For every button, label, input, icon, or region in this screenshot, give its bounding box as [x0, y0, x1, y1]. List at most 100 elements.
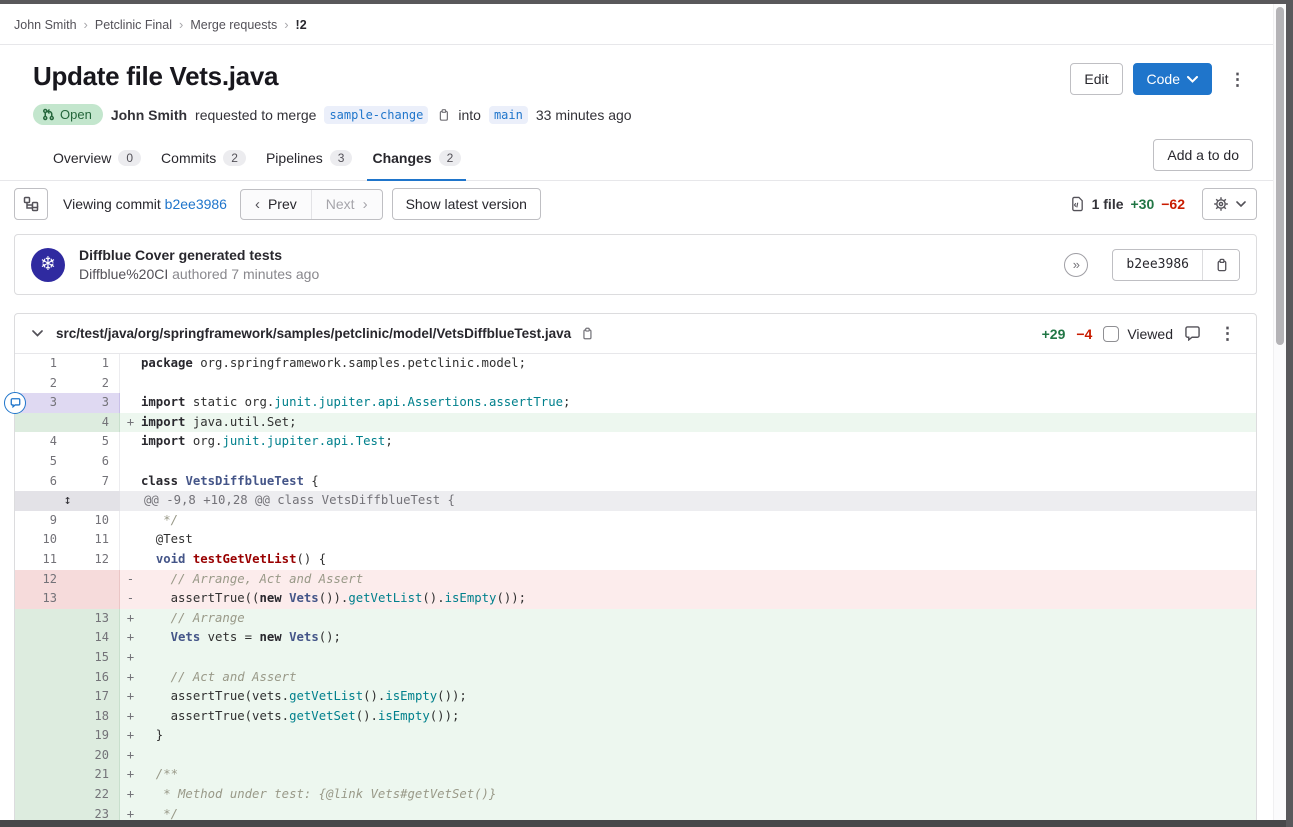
old-line-number[interactable]: 1: [15, 354, 67, 374]
breadcrumb-user[interactable]: John Smith: [14, 18, 77, 32]
chevron-left-icon: ‹: [255, 196, 260, 213]
tab-overview[interactable]: Overview 0: [43, 142, 151, 180]
old-line-number[interactable]: [15, 707, 67, 727]
old-line-number[interactable]: [15, 726, 67, 746]
old-line-number[interactable]: 5: [15, 452, 67, 472]
old-line-number[interactable]: [15, 765, 67, 785]
expand-commit-icon[interactable]: »: [1064, 253, 1088, 277]
diff-line: 19+ }: [15, 726, 1256, 746]
new-line-number[interactable]: 18: [67, 707, 120, 727]
new-line-number[interactable]: 14: [67, 628, 120, 648]
commit-title[interactable]: Diffblue Cover generated tests: [79, 247, 1050, 263]
old-line-number[interactable]: [15, 648, 67, 668]
new-line-number[interactable]: 19: [67, 726, 120, 746]
edit-button[interactable]: Edit: [1070, 63, 1122, 95]
new-line-number[interactable]: 23: [67, 805, 120, 820]
chevron-down-icon: [32, 330, 43, 337]
new-line-number[interactable]: 10: [67, 511, 120, 531]
file-tree-toggle-button[interactable]: [14, 188, 48, 220]
old-line-number[interactable]: [15, 413, 67, 433]
tab-changes[interactable]: Changes 2: [362, 142, 471, 180]
old-line-number[interactable]: [15, 609, 67, 629]
copy-branch-icon[interactable]: [436, 107, 450, 122]
new-line-number[interactable]: [67, 570, 120, 590]
scrollbar-thumb[interactable]: [1276, 7, 1284, 345]
code-line: + /**: [120, 765, 1256, 785]
diff-line: 4+import java.util.Set;: [15, 413, 1256, 433]
new-line-number[interactable]: 17: [67, 687, 120, 707]
code-line: [120, 374, 1256, 394]
old-line-number[interactable]: [15, 785, 67, 805]
new-line-number[interactable]: 1: [67, 354, 120, 374]
new-line-number[interactable]: 16: [67, 668, 120, 688]
old-line-number[interactable]: [15, 628, 67, 648]
source-branch-label[interactable]: sample-change: [324, 106, 428, 124]
next-commit-button[interactable]: Next ›: [311, 190, 382, 219]
prev-commit-button[interactable]: ‹ Prev: [241, 190, 311, 219]
old-line-number[interactable]: 4: [15, 432, 67, 452]
new-line-number[interactable]: 6: [67, 452, 120, 472]
tab-changes-label: Changes: [372, 150, 431, 166]
breadcrumb-merge-requests[interactable]: Merge requests: [190, 18, 277, 32]
old-line-number[interactable]: 12: [15, 570, 67, 590]
breadcrumb-separator: ›: [284, 17, 288, 32]
expand-lines-button[interactable]: ↕: [15, 491, 120, 511]
file-options-kebab-menu[interactable]: ⋮: [1212, 323, 1243, 344]
new-line-number[interactable]: 3: [67, 393, 120, 413]
file-deletions: −4: [1076, 326, 1092, 342]
old-line-number[interactable]: 11: [15, 550, 67, 570]
page-scrollbar[interactable]: [1273, 4, 1286, 820]
commit-author[interactable]: Diffblue%20CI: [79, 266, 168, 282]
diff-marker: [120, 550, 141, 570]
old-line-number[interactable]: [15, 668, 67, 688]
target-branch-label[interactable]: main: [489, 106, 528, 124]
merge-request-icon: [42, 108, 55, 121]
new-line-number[interactable]: 7: [67, 472, 120, 492]
old-line-number[interactable]: [15, 687, 67, 707]
commit-sha[interactable]: b2ee3986: [1113, 250, 1202, 280]
mr-actions-kebab-menu[interactable]: ⋮: [1222, 69, 1253, 90]
tab-pipelines[interactable]: Pipelines 3: [256, 142, 363, 180]
old-line-number[interactable]: 2: [15, 374, 67, 394]
old-line-number[interactable]: 9: [15, 511, 67, 531]
show-latest-version-button[interactable]: Show latest version: [392, 188, 541, 220]
code-dropdown-button[interactable]: Code: [1133, 63, 1212, 95]
diff-line: 23+ */: [15, 805, 1256, 820]
file-path[interactable]: src/test/java/org/springframework/sample…: [56, 326, 571, 341]
code-line: + assertTrue(vets.getVetList().isEmpty()…: [120, 687, 1256, 707]
commit-info-box: ❄ Diffblue Cover generated tests Diffblu…: [14, 234, 1257, 295]
new-line-number[interactable]: 5: [67, 432, 120, 452]
diff-marker: [120, 354, 141, 374]
tab-commits[interactable]: Commits 2: [151, 142, 256, 180]
new-line-number[interactable]: 4: [67, 413, 120, 433]
new-line-number[interactable]: 11: [67, 530, 120, 550]
new-line-number[interactable]: 2: [67, 374, 120, 394]
viewing-commit-sha-link[interactable]: b2ee3986: [165, 196, 227, 212]
copy-file-path-button[interactable]: [580, 326, 594, 341]
viewed-checkbox[interactable]: [1103, 326, 1119, 342]
diff-settings-button[interactable]: [1202, 188, 1257, 220]
avatar: ❄: [31, 248, 65, 282]
diff-marker: +: [120, 765, 141, 785]
new-line-number[interactable]: 12: [67, 550, 120, 570]
old-line-number[interactable]: 6: [15, 472, 67, 492]
new-line-number[interactable]: 22: [67, 785, 120, 805]
new-line-number[interactable]: 13: [67, 609, 120, 629]
new-line-number[interactable]: [67, 589, 120, 609]
new-line-number[interactable]: 21: [67, 765, 120, 785]
old-line-number[interactable]: 13: [15, 589, 67, 609]
old-line-number[interactable]: 10: [15, 530, 67, 550]
new-line-number[interactable]: 20: [67, 746, 120, 766]
status-badge: Open: [33, 104, 103, 125]
diff-marker: [120, 374, 141, 394]
mr-author[interactable]: John Smith: [111, 107, 187, 123]
collapse-file-button[interactable]: [28, 330, 47, 337]
add-todo-button[interactable]: Add a to do: [1153, 139, 1253, 171]
old-line-number[interactable]: [15, 805, 67, 820]
new-line-number[interactable]: 15: [67, 648, 120, 668]
breadcrumb-project[interactable]: Petclinic Final: [95, 18, 172, 32]
diff-marker: +: [120, 785, 141, 805]
file-comment-button[interactable]: [1184, 326, 1201, 341]
copy-sha-button[interactable]: [1202, 250, 1239, 280]
old-line-number[interactable]: [15, 746, 67, 766]
